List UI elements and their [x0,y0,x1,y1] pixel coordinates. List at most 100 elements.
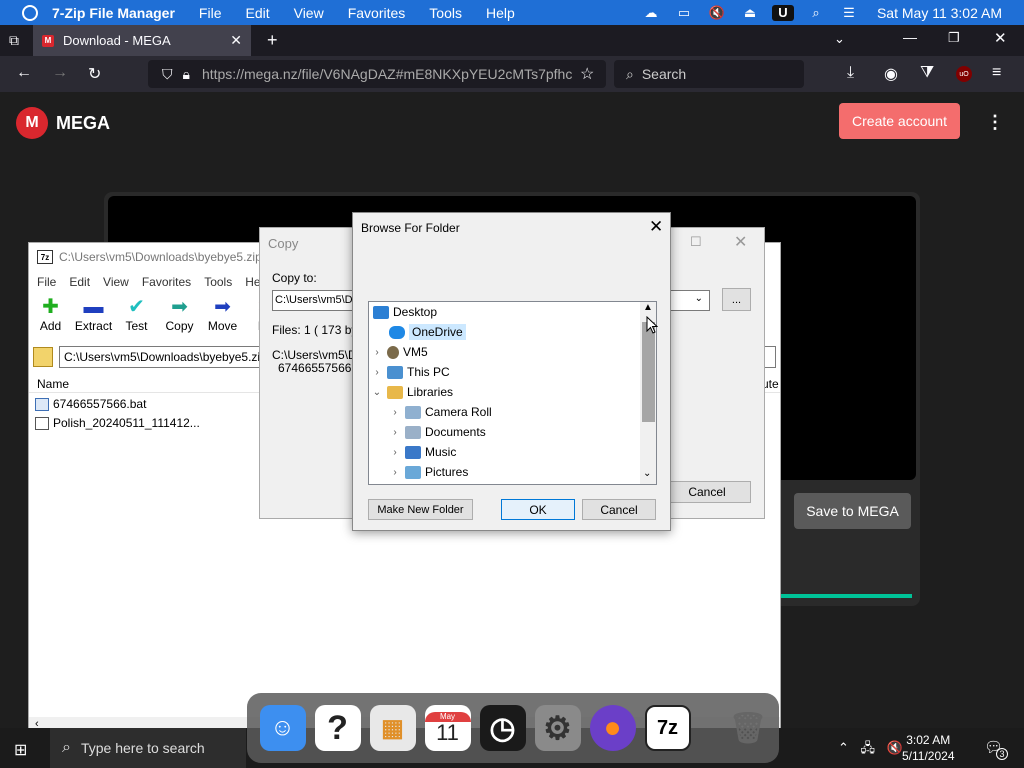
browser-search-box[interactable]: ⌕ Search [614,60,804,88]
tree-item-desktop[interactable]: Desktop [369,302,639,322]
hamburger-menu-icon[interactable]: ≡ [992,64,1001,82]
file-row[interactable]: Polish_20240511_111412... 7 [35,414,265,432]
clock-icon[interactable]: ◷ [479,705,526,751]
folder-tree[interactable]: Desktop OneDrive › VM5 › This PC ⌄ Libra… [368,301,657,485]
extensions-icon[interactable]: ⧩ [920,64,934,82]
calendar-icon[interactable]: May 11 [424,705,471,751]
shield-icon[interactable]: ⛉ [162,66,173,83]
chevron-up-icon[interactable]: ⌃ [838,740,849,755]
make-new-folder-button[interactable]: Make New Folder [368,499,473,520]
tree-item-onedrive[interactable]: OneDrive [369,322,639,342]
taskbar-search[interactable]: ⌕ Type here to search [50,728,246,768]
folder-up-icon[interactable] [33,347,53,367]
chevron-right-icon[interactable]: › [389,407,401,418]
7zip-icon[interactable]: 7z [644,705,691,751]
network-icon[interactable]: 🖧 [861,740,876,755]
close-icon[interactable]: ✕ [649,217,663,237]
settings-icon[interactable]: ⚙ [534,705,581,751]
move-button[interactable]: ➡ Move [201,295,244,341]
chevron-right-icon[interactable]: › [389,427,401,438]
add-button[interactable]: ✚ Add [29,295,72,341]
firefox-icon[interactable]: ● [589,705,636,751]
chevron-right-icon[interactable]: › [371,367,383,378]
menu-favorites[interactable]: Favorites [348,5,406,21]
apple-menu-icon[interactable] [22,4,38,21]
copy-button[interactable]: ➡ Copy [158,295,201,341]
downloads-icon[interactable]: ⤓ [847,64,854,82]
mega-logo[interactable]: M MEGA [16,107,110,139]
volume-muted-icon[interactable]: 🔇 [887,740,903,755]
back-icon[interactable]: ← [16,64,32,82]
test-button[interactable]: ✔ Test [115,295,158,341]
url-text[interactable]: https://mega.nz/file/V6NAgDAZ#mE8NKXpYEU… [202,66,572,82]
control-center-icon[interactable]: ☰ [838,5,860,21]
finder-icon[interactable]: ☺ [259,705,306,751]
tab-download-mega[interactable]: M Download - MEGA ✕ [33,25,251,56]
chevron-right-icon[interactable]: › [389,467,401,478]
app-name[interactable]: 7-Zip File Manager [52,5,175,21]
launchpad-icon[interactable]: ▦ [369,705,416,751]
close-icon[interactable]: ✕ [734,232,747,252]
7zip-menu-edit[interactable]: Edit [69,275,90,289]
scroll-down-icon[interactable]: ⌄ [643,468,651,479]
restore-icon[interactable]: ❐ [948,30,960,46]
search-icon[interactable]: ⌕ [805,5,827,21]
7zip-menu-file[interactable]: File [37,275,56,289]
trash-icon[interactable]: 🗑︎ [725,705,771,751]
bookmark-star-icon[interactable]: ☆ [580,64,594,84]
lock-icon[interactable]: 🔒︎ [183,66,190,83]
taskbar-clock[interactable]: 3:02 AM 5/11/2024 [902,732,955,764]
account-icon[interactable]: ◉ [884,64,898,84]
maximize-icon[interactable]: ☐ [690,234,702,250]
minimize-icon[interactable]: — [903,29,917,45]
file-row[interactable]: 67466557566.bat [35,395,146,413]
mute-icon[interactable]: 🔇 [706,5,728,21]
reload-icon[interactable]: ↻ [88,64,101,84]
chevron-right-icon[interactable]: › [371,347,383,358]
cloud-icon[interactable]: ☁ [640,5,662,21]
tab-list-icon[interactable]: ⧉ [9,32,19,49]
scroll-up-icon[interactable]: ▲ [643,302,653,313]
tree-item-libraries[interactable]: ⌄ Libraries [369,382,639,402]
menu-file[interactable]: File [199,5,222,21]
7zip-menu-favorites[interactable]: Favorites [142,275,191,289]
url-bar[interactable]: ⛉ 🔒︎ https://mega.nz/file/V6NAgDAZ#mE8NK… [148,60,606,88]
new-tab-button[interactable]: + [267,30,278,51]
windows-start-icon[interactable]: ⊞ [14,740,27,760]
eject-icon[interactable]: ⏏ [739,5,761,21]
tree-item-camera-roll[interactable]: › Camera Roll [369,402,639,422]
menu-view[interactable]: View [294,5,324,21]
tab-close-icon[interactable]: ✕ [230,32,242,49]
extract-button[interactable]: ▬ Extract [72,295,115,341]
tree-item-documents[interactable]: › Documents [369,422,639,442]
menu-help[interactable]: Help [486,5,515,21]
menu-edit[interactable]: Edit [245,5,269,21]
tree-item-pictures[interactable]: › Pictures [369,462,639,482]
window-close-icon[interactable]: ✕ [994,29,1007,47]
save-to-mega-button[interactable]: Save to MEGA [794,493,911,529]
copy-cancel-button[interactable]: Cancel [663,481,751,503]
chevron-right-icon[interactable]: › [389,447,401,458]
chevron-down-icon[interactable]: ⌄ [834,31,845,47]
chevron-down-icon[interactable]: ⌄ [371,387,383,398]
scrollbar-thumb[interactable] [642,322,655,422]
create-account-button[interactable]: Create account [839,103,960,139]
tree-item-music[interactable]: › Music [369,442,639,462]
tree-item-this-pc[interactable]: › This PC [369,362,639,382]
column-name[interactable]: Name [37,377,69,391]
ok-button[interactable]: OK [501,499,575,520]
user-badge-icon[interactable]: U [771,4,794,21]
menu-tools[interactable]: Tools [429,5,462,21]
tree-item-vm5[interactable]: › VM5 [369,342,639,362]
menubar-clock[interactable]: Sat May 11 3:02 AM [877,5,1002,21]
ublock-icon[interactable]: uO [956,66,972,82]
forward-icon[interactable]: → [52,64,68,82]
7zip-menu-tools[interactable]: Tools [204,275,232,289]
cancel-button[interactable]: Cancel [582,499,656,520]
help-icon[interactable]: ? [314,705,361,751]
browse-button[interactable]: ... [722,288,751,311]
more-options-icon[interactable]: ⋮ [986,112,1004,133]
7zip-menu-view[interactable]: View [103,275,129,289]
chevron-down-icon[interactable]: ⌄ [695,293,703,304]
monitor-icon[interactable]: ▭ [673,5,695,21]
